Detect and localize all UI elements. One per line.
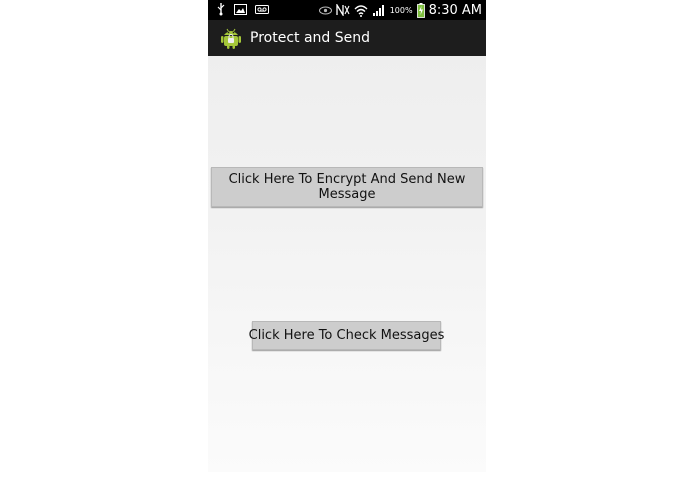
nfc-icon: [336, 4, 350, 16]
signal-icon: [372, 4, 386, 16]
status-clock: 8:30 AM: [428, 2, 482, 18]
eye-icon: [318, 6, 332, 15]
encrypt-and-send-button[interactable]: Click Here To Encrypt And Send New Messa…: [211, 167, 483, 207]
image-icon: [234, 3, 247, 15]
phone-screen: 100% 8:30 AM Protect and Send Click Here…: [208, 0, 486, 472]
check-messages-button[interactable]: Click Here To Check Messages: [249, 321, 444, 350]
battery-percent: 100%: [389, 5, 413, 15]
battery-icon: [416, 2, 425, 18]
android-app-icon[interactable]: [219, 26, 243, 50]
system-icons: 100% 8:30 AM: [318, 0, 482, 20]
app-title: Protect and Send: [250, 30, 370, 46]
notification-icons: [216, 2, 269, 16]
voicemail-icon: [255, 4, 269, 14]
action-bar: Protect and Send: [208, 20, 486, 56]
wifi-icon: [354, 4, 368, 17]
status-bar: 100% 8:30 AM: [208, 0, 486, 20]
usb-icon: [216, 2, 226, 16]
